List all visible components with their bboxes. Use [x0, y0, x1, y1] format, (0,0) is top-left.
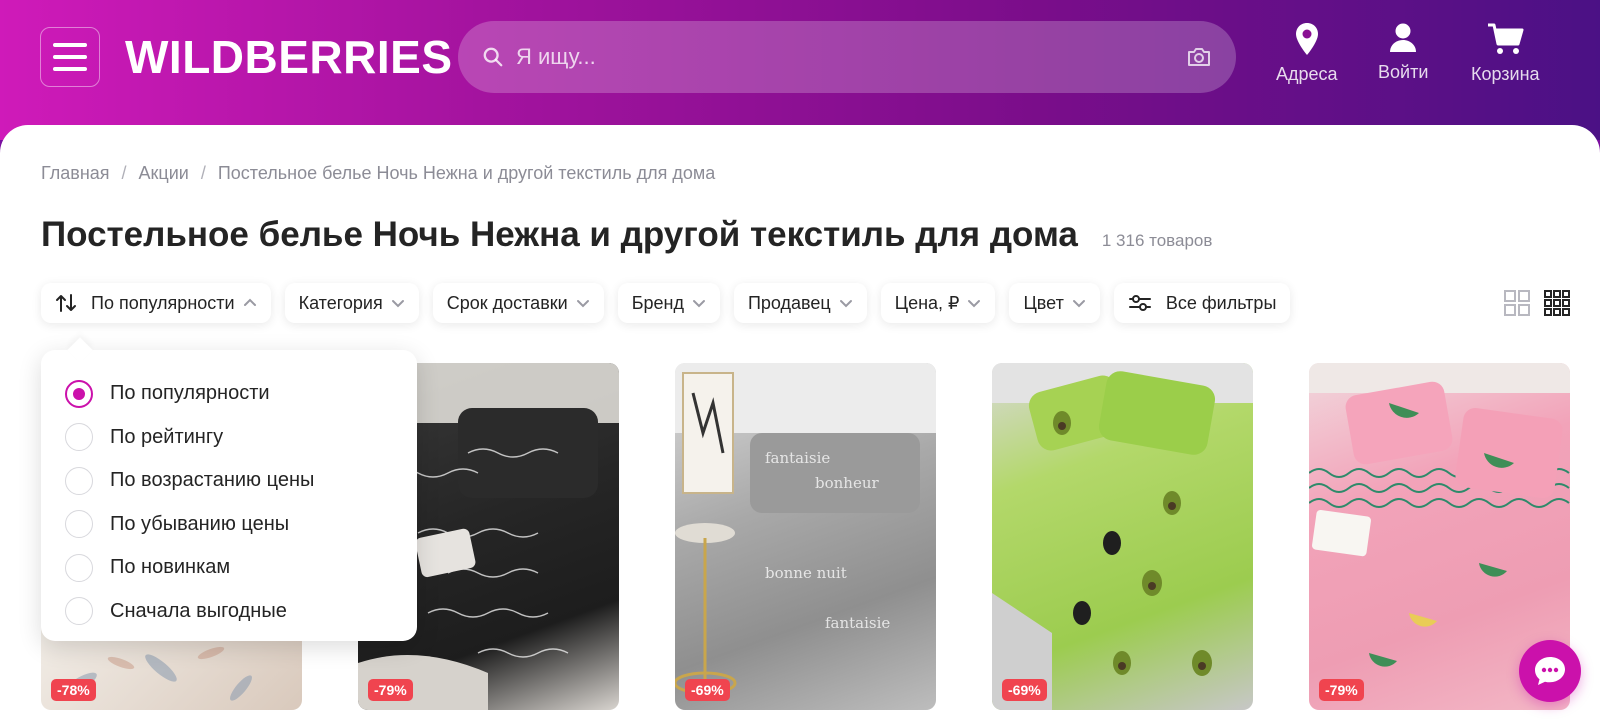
sort-option-newest[interactable]: По новинкам — [65, 546, 393, 590]
menu-icon-bar — [53, 55, 87, 59]
camera-icon[interactable] — [1186, 45, 1212, 69]
discount-badge: -78% — [51, 679, 96, 701]
sort-option-label: По рейтингу — [110, 425, 224, 448]
search-bar — [458, 21, 1236, 93]
view-toggles — [1504, 290, 1570, 316]
chevron-down-icon — [692, 300, 705, 308]
chevron-down-icon — [1072, 300, 1085, 308]
breadcrumb-promotions[interactable]: Акции — [139, 163, 189, 184]
sort-label: По популярности — [91, 292, 235, 313]
all-filters-label: Все фильтры — [1165, 292, 1277, 313]
cart-link[interactable]: Корзина — [1471, 22, 1540, 85]
sort-option-rating[interactable]: По рейтингу — [65, 416, 393, 460]
cart-icon — [1488, 23, 1524, 54]
discount-badge: -79% — [368, 679, 413, 701]
product-count: 1 316 товаров — [1101, 231, 1213, 250]
filter-category-label: Категория — [298, 292, 383, 313]
chevron-down-icon — [968, 300, 981, 308]
filter-delivery-label: Срок доставки — [446, 292, 568, 313]
breadcrumb: Главная / Акции / Постельное белье Ночь … — [41, 163, 715, 184]
filter-price[interactable]: Цена, ₽ — [880, 283, 996, 323]
filter-color-label: Цвет — [1023, 292, 1064, 313]
sort-option-label: По новинкам — [110, 556, 231, 579]
sort-options-menu: По популярности По рейтингу По возрастан… — [41, 350, 417, 641]
sort-option-label: По возрастанию цены — [110, 469, 315, 492]
sort-option-label: По популярности — [110, 382, 270, 405]
radio-unselected[interactable] — [65, 423, 93, 452]
filter-seller-label: Продавец — [747, 292, 831, 313]
svg-text:fantaisie: fantaisie — [825, 614, 890, 632]
breadcrumb-separator: / — [121, 163, 127, 183]
login-label: Войти — [1378, 62, 1429, 82]
cart-label: Корзина — [1471, 64, 1540, 84]
filter-bar: По популярности Категория Срок доставки … — [41, 283, 1291, 323]
sliders-icon — [1128, 295, 1151, 311]
search-icon — [483, 47, 503, 67]
user-icon — [1390, 23, 1417, 52]
filter-category[interactable]: Категория — [284, 283, 419, 323]
site-header: WILDBERRIES Адреса Войти К — [0, 0, 1600, 140]
title-row: Постельное белье Ночь Нежна и другой тек… — [41, 215, 1212, 255]
discount-badge: -69% — [1002, 679, 1047, 701]
radio-unselected[interactable] — [65, 553, 93, 582]
menu-icon-bar — [53, 43, 87, 47]
filter-brand-label: Бренд — [631, 292, 684, 313]
filter-brand[interactable]: Бренд — [617, 283, 720, 323]
grid-large-icon[interactable] — [1504, 290, 1530, 316]
discount-badge: -79% — [1319, 679, 1364, 701]
svg-text:fantaisie: fantaisie — [765, 449, 830, 467]
sort-option-price-desc[interactable]: По убыванию цены — [65, 503, 393, 547]
breadcrumb-home[interactable]: Главная — [41, 163, 110, 184]
radio-unselected[interactable] — [65, 510, 93, 539]
menu-icon-bar — [53, 67, 87, 71]
chevron-down-icon — [391, 300, 404, 308]
location-pin-icon — [1295, 23, 1318, 55]
product-card[interactable]: fantaisie bonheur bonne nuit fantaisie -… — [675, 363, 936, 710]
discount-badge: -69% — [685, 679, 730, 701]
all-filters-button[interactable]: Все фильтры — [1113, 283, 1291, 323]
menu-button[interactable] — [40, 27, 100, 87]
product-image: fantaisie bonheur bonne nuit fantaisie — [675, 363, 936, 695]
page-title: Постельное белье Ночь Нежна и другой тек… — [41, 215, 1078, 254]
addresses-link[interactable]: Адреса — [1276, 22, 1338, 85]
sort-option-price-asc[interactable]: По возрастанию цены — [65, 459, 393, 503]
main-content: Главная / Акции / Постельное белье Ночь … — [0, 125, 1600, 725]
chevron-down-icon — [576, 300, 589, 308]
filter-color[interactable]: Цвет — [1009, 283, 1100, 323]
radio-selected[interactable] — [65, 379, 93, 408]
sort-option-label: По убыванию цены — [110, 512, 290, 535]
chat-button[interactable] — [1519, 640, 1581, 702]
radio-unselected[interactable] — [65, 466, 93, 495]
filter-delivery[interactable]: Срок доставки — [432, 283, 604, 323]
breadcrumb-separator: / — [200, 163, 206, 183]
sort-dropdown[interactable]: По популярности — [41, 283, 271, 323]
breadcrumb-current: Постельное белье Ночь Нежна и другой тек… — [217, 163, 716, 183]
grid-small-icon[interactable] — [1544, 290, 1570, 316]
filter-seller[interactable]: Продавец — [733, 283, 867, 323]
sort-arrows-icon — [56, 294, 76, 312]
chevron-up-icon — [243, 298, 256, 306]
svg-text:bonne nuit: bonne nuit — [765, 564, 847, 582]
sort-option-best-deal[interactable]: Сначала выгодные — [65, 590, 393, 634]
filter-price-label: Цена, ₽ — [894, 292, 960, 313]
product-image — [992, 363, 1253, 710]
chevron-down-icon — [839, 300, 852, 308]
sort-option-popularity[interactable]: По популярности — [65, 372, 393, 416]
radio-unselected[interactable] — [65, 597, 93, 626]
login-link[interactable]: Войти — [1378, 22, 1428, 83]
svg-text:bonheur: bonheur — [815, 474, 879, 492]
addresses-label: Адреса — [1276, 64, 1338, 84]
sort-option-label: Сначала выгодные — [110, 599, 287, 622]
search-input[interactable] — [516, 44, 1186, 70]
product-card[interactable]: -69% — [992, 363, 1253, 710]
site-logo[interactable]: WILDBERRIES — [125, 30, 453, 84]
chat-bubble-icon — [1535, 657, 1565, 685]
